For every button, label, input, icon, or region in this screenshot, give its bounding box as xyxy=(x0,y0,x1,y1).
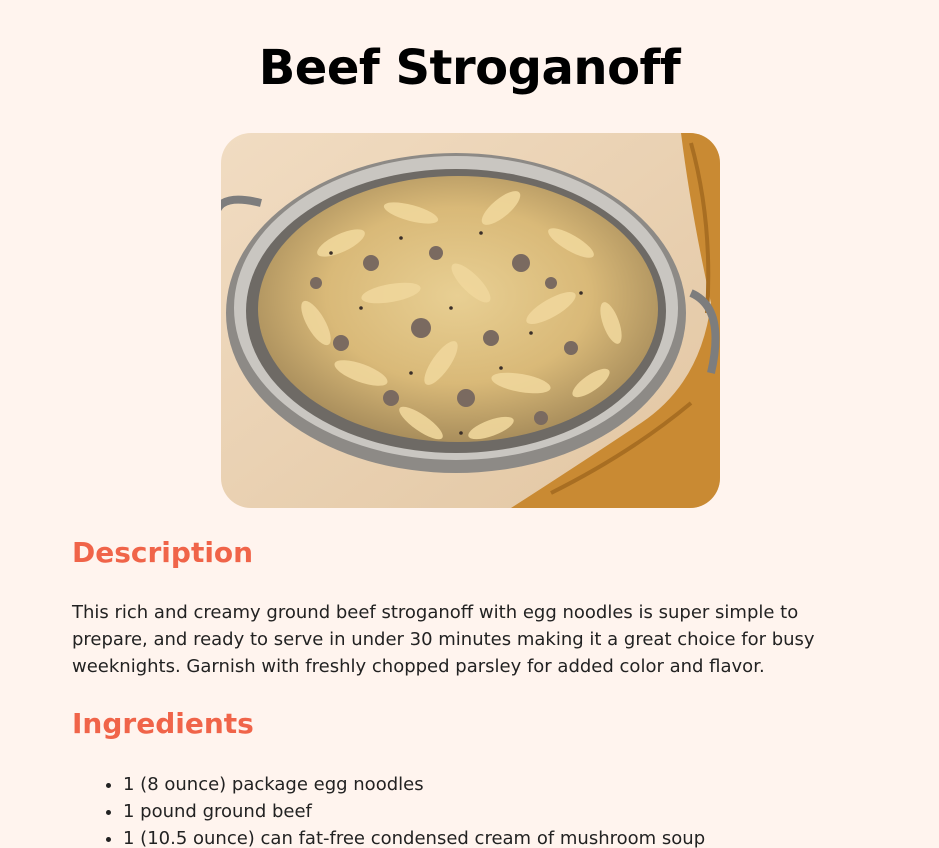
page-title: Beef Stroganoff xyxy=(258,40,681,96)
ingredient-item: 1 (8 ounce) package egg noodles xyxy=(123,771,705,798)
description-heading: Description xyxy=(72,536,254,569)
ingredients-list: 1 (8 ounce) package egg noodles 1 pound … xyxy=(123,771,705,848)
ingredient-item: 1 (10.5 ounce) can fat-free condensed cr… xyxy=(123,825,705,848)
recipe-page: Beef Stroganoff Description This rich an… xyxy=(0,0,939,848)
description-text: This rich and creamy ground beef strogan… xyxy=(72,602,815,677)
ingredients-heading: Ingredients xyxy=(72,707,254,740)
ingredient-item: 1 pound ground beef xyxy=(123,798,705,825)
recipe-photo xyxy=(221,133,720,508)
